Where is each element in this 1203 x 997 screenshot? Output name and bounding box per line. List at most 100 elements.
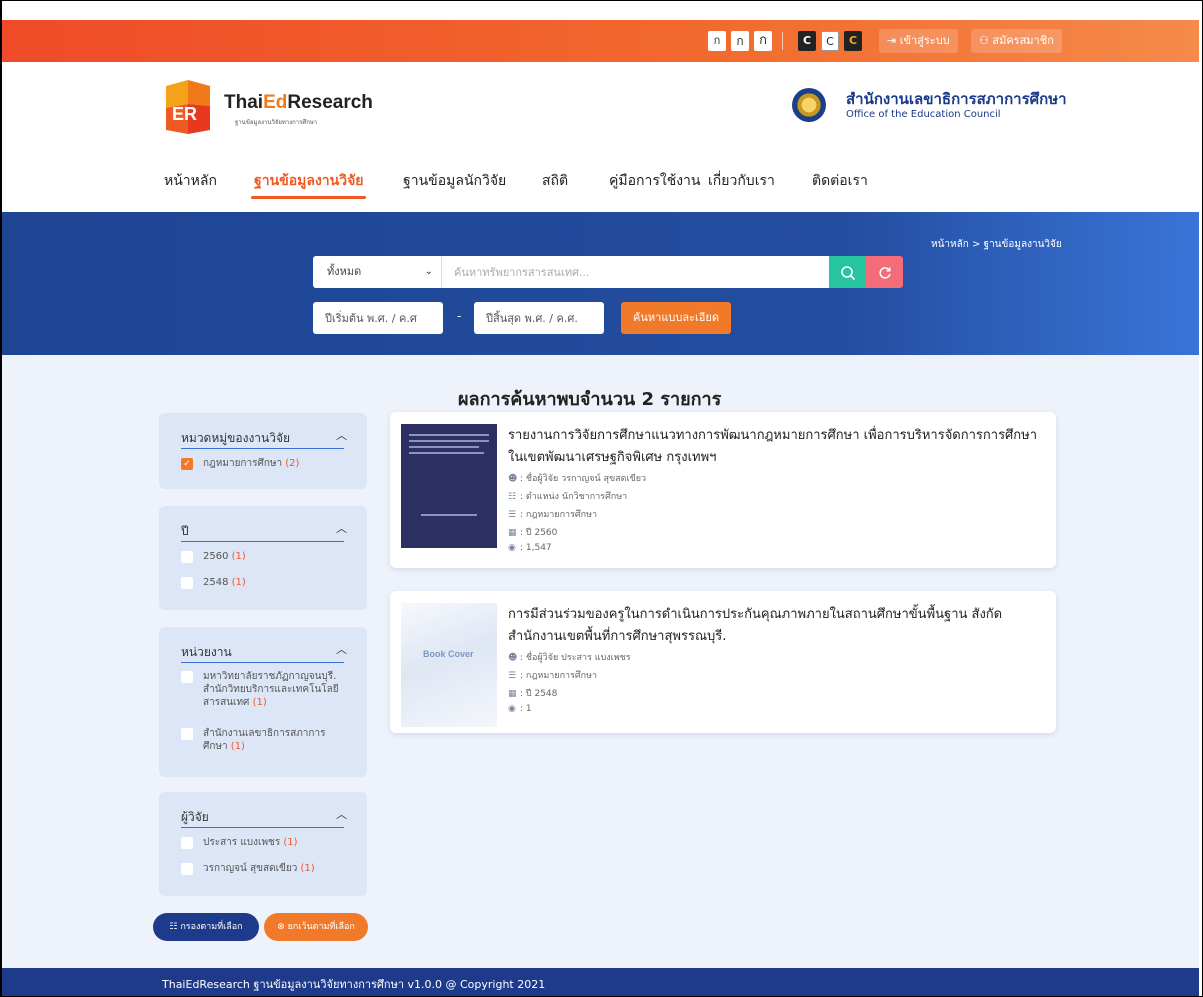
- svg-text:ER: ER: [172, 104, 197, 124]
- nav-manual[interactable]: คู่มือการใช้งาน: [609, 170, 700, 192]
- thaiedresearch-logo-icon[interactable]: ER: [162, 80, 214, 136]
- chevron-up-icon[interactable]: ︿: [336, 520, 347, 536]
- facet-option-count: (1): [283, 837, 298, 848]
- contrast-dark-button[interactable]: C: [798, 31, 816, 51]
- nav-stats[interactable]: สถิติ: [542, 170, 568, 192]
- category-select-value: ทั้งหมด: [327, 265, 362, 278]
- contrast-yellow-button[interactable]: C: [844, 31, 862, 51]
- facet-option-count: (1): [230, 741, 245, 752]
- font-size-small-button[interactable]: ก: [708, 31, 726, 51]
- result-category: ☰: กฎหมายการศึกษา: [508, 668, 597, 682]
- facet-title[interactable]: ผู้วิจัย: [181, 808, 209, 827]
- site-footer: ThaiEdResearch ฐานข้อมูลงานวิจัยทางการศึ…: [2, 968, 1199, 996]
- result-title[interactable]: รายงานการวิจัยการศึกษาแนวทางการพัฒนากฎหม…: [508, 425, 1048, 469]
- advanced-search-button[interactable]: ค้นหาแบบละเอียด: [621, 302, 731, 334]
- logo-title-part: Research: [287, 92, 373, 113]
- result-card[interactable]: รายงานการวิจัยการศึกษาแนวทางการพัฒนากฎหม…: [390, 412, 1056, 568]
- nav-contact[interactable]: ติดต่อเรา: [812, 170, 868, 192]
- result-card[interactable]: Book Cover การมีส่วนร่วมของครูในการดำเนิ…: [390, 591, 1056, 733]
- login-button[interactable]: ⇥ เข้าสู่ระบบ: [879, 29, 958, 53]
- year-start-input[interactable]: [313, 302, 443, 334]
- register-button[interactable]: ⚇ สมัครสมาชิก: [971, 29, 1062, 53]
- search-input[interactable]: [441, 256, 829, 288]
- result-researcher-text: : ชื่อผู้วิจัย ประสาร แบงเพชร: [520, 653, 631, 663]
- checkbox[interactable]: [181, 577, 193, 589]
- nav-researcher-db[interactable]: ฐานข้อมูลนักวิจัย: [403, 170, 506, 192]
- results-area: ผลการค้นหาพบจำนวน 2 รายการ หมวดหมู่ของงา…: [2, 355, 1199, 968]
- nav-home[interactable]: หน้าหลัก: [164, 170, 217, 192]
- people-icon: ☷: [508, 492, 517, 502]
- font-size-large-button[interactable]: ก: [754, 31, 772, 51]
- org-name-thai: สำนักงานเลขาธิการสภาการศึกษา: [846, 90, 1067, 108]
- apply-filter-button[interactable]: ☷ กรองตามที่เลือก: [153, 913, 259, 941]
- chevron-up-icon[interactable]: ︿: [336, 427, 347, 443]
- book-cover-image[interactable]: [401, 424, 497, 548]
- eye-icon: ◉: [508, 704, 516, 714]
- result-year-text: : ปี 2548: [520, 689, 558, 699]
- result-category-text: : กฎหมายการศึกษา: [520, 671, 598, 681]
- result-views: ◉: 1: [508, 704, 532, 714]
- facet-option-count: (1): [252, 697, 267, 708]
- year-end-input[interactable]: [474, 302, 604, 334]
- calendar-icon: ▦: [508, 528, 517, 538]
- facet-divider: [181, 827, 344, 828]
- facet-divider: [181, 662, 344, 663]
- result-title[interactable]: การมีส่วนร่วมของครูในการดำเนินการประกันค…: [508, 604, 1048, 648]
- org-name-english: Office of the Education Council: [846, 109, 1001, 120]
- checkbox[interactable]: [181, 728, 193, 740]
- result-category-text: : กฎหมายการศึกษา: [520, 510, 598, 520]
- contrast-light-button[interactable]: C: [821, 31, 839, 51]
- result-views-text: : 1,547: [520, 543, 552, 553]
- site-header: ER ThaiEdResearch ฐานข้อมูลงานวิจัยทางกา…: [2, 62, 1199, 212]
- onec-seal-icon: [792, 88, 826, 122]
- cancel-filter-label: ยกเว้นตามที่เลือก: [287, 922, 355, 932]
- nav-about[interactable]: เกี่ยวกับเรา: [708, 170, 775, 192]
- facet-category: หมวดหมู่ของงานวิจัย ︿ ✓ กฎหมายการศึกษา (…: [159, 413, 367, 489]
- facet-title[interactable]: หมวดหมู่ของงานวิจัย: [181, 429, 290, 448]
- facet-divider: [181, 448, 344, 449]
- checkbox[interactable]: [181, 551, 193, 563]
- logo-title[interactable]: ThaiEdResearch: [224, 92, 373, 114]
- facet-option-count: (2): [285, 458, 300, 469]
- result-category: ☰: กฎหมายการศึกษา: [508, 507, 597, 521]
- search-button[interactable]: [829, 256, 866, 288]
- breadcrumb[interactable]: หน้าหลัก > ฐานข้อมูลงานวิจัย: [931, 237, 1062, 252]
- user-icon: ⚇: [979, 34, 993, 47]
- facet-researcher: ผู้วิจัย ︿ ประสาร แบงเพชร (1) วรกาญจน์ ส…: [159, 792, 367, 896]
- category-select[interactable]: ทั้งหมด ⌄: [313, 256, 441, 288]
- result-researcher: ☻: ชื่อผู้วิจัย วรกาญจน์ สุขสดเขียว: [508, 471, 646, 485]
- login-label: เข้าสู่ระบบ: [899, 34, 950, 47]
- logo-subtitle: ฐานข้อมูลงานวิจัยทางการศึกษา: [235, 119, 318, 126]
- search-icon: [840, 265, 855, 280]
- book-cover-image[interactable]: Book Cover: [401, 603, 497, 727]
- chevron-up-icon[interactable]: ︿: [336, 641, 347, 657]
- facet-option-label: 2548: [203, 577, 229, 588]
- result-researcher: ☻: ชื่อผู้วิจัย ประสาร แบงเพชร: [508, 650, 631, 664]
- facet-option-count: (1): [231, 551, 246, 562]
- checkbox[interactable]: [181, 671, 193, 683]
- cancel-filter-button[interactable]: ⊗ ยกเว้นตามที่เลือก: [264, 913, 368, 941]
- checkbox[interactable]: [181, 837, 193, 849]
- result-views: ◉ : 1,547: [508, 543, 552, 553]
- result-researcher-text: : ชื่อผู้วิจัย วรกาญจน์ สุขสดเขียว: [520, 474, 647, 484]
- checkbox-checked[interactable]: ✓: [181, 458, 193, 470]
- chevron-down-icon: ⌄: [424, 266, 433, 277]
- eye-icon: ◉: [508, 543, 516, 553]
- facet-option-label: วรกาญจน์ สุขสดเขียว: [203, 863, 298, 874]
- facet-title[interactable]: ปี: [181, 522, 189, 541]
- sliders-icon: ☷: [169, 922, 181, 932]
- chevron-up-icon[interactable]: ︿: [336, 806, 347, 822]
- login-icon: ⇥: [887, 34, 900, 47]
- facet-title[interactable]: หน่วยงาน: [181, 643, 232, 662]
- checkbox[interactable]: [181, 863, 193, 875]
- reset-button[interactable]: [866, 256, 903, 288]
- result-year: ▦: ปี 2560: [508, 525, 557, 539]
- refresh-icon: [878, 266, 891, 279]
- facet-option-label: ประสาร แบงเพชร: [203, 837, 281, 848]
- result-position-text: : ตำแหน่ง นักวิชาการศึกษา: [520, 492, 628, 502]
- font-size-medium-button[interactable]: ก: [731, 31, 749, 51]
- top-bar: ก ก ก C C C ⇥ เข้าสู่ระบบ ⚇ สมัครสมาชิก: [2, 20, 1199, 62]
- close-circle-icon: ⊗: [277, 922, 288, 932]
- facet-option-label: กฎหมายการศึกษา: [203, 458, 283, 469]
- nav-research-db[interactable]: ฐานข้อมูลงานวิจัย: [254, 170, 363, 192]
